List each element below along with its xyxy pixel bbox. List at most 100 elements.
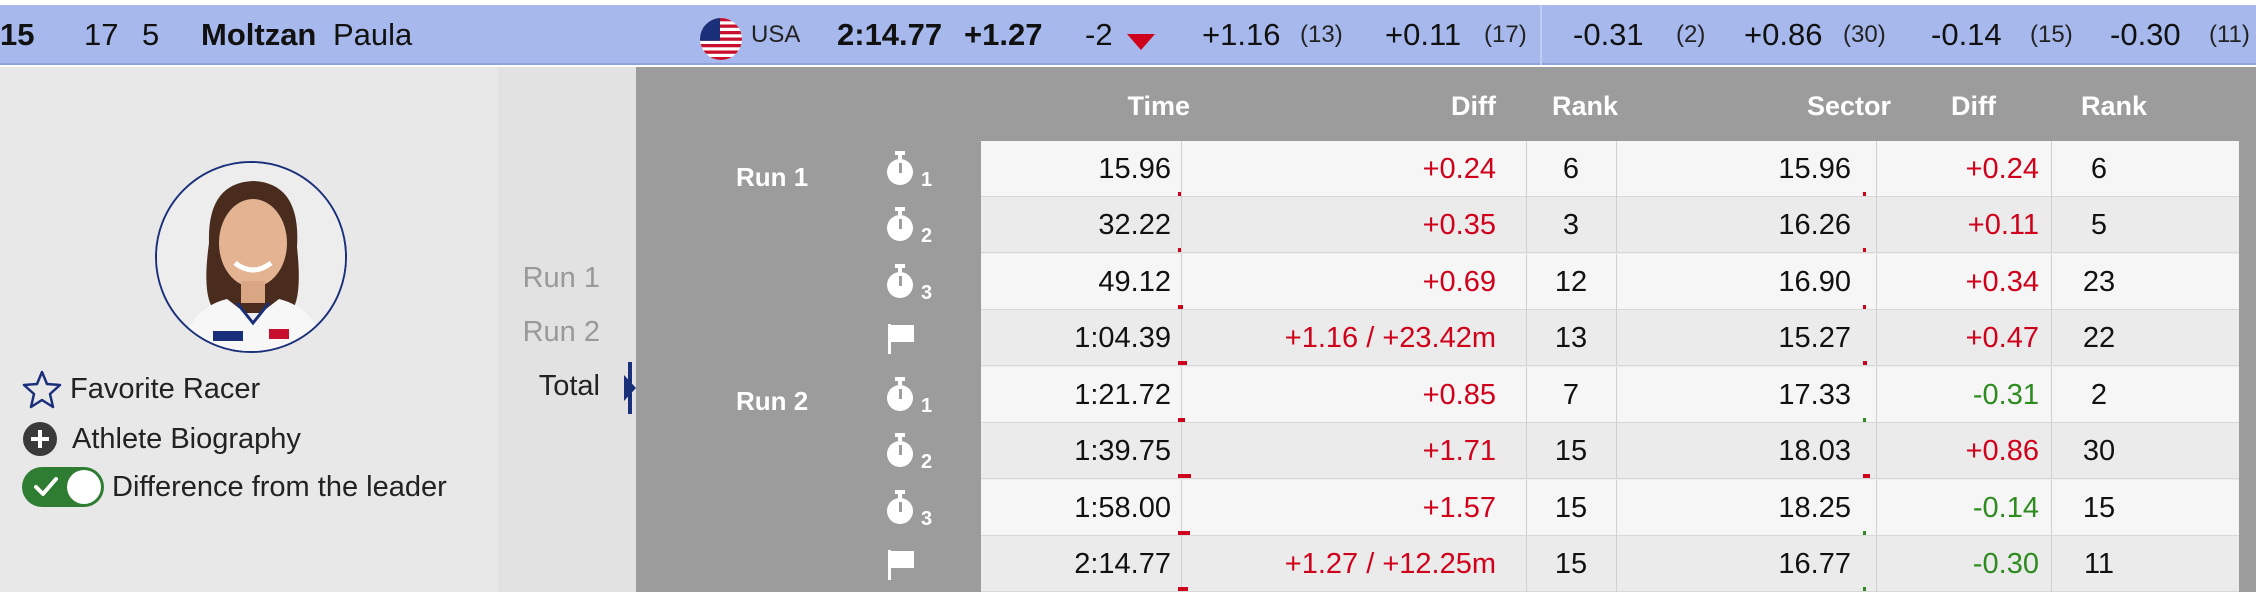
difference-toggle-label: Difference from the leader [112, 470, 447, 503]
column-divider [1876, 141, 1877, 197]
column-divider [1181, 310, 1182, 366]
diff-bar [1178, 305, 1183, 309]
cell-sector-diff: +0.11 [1967, 209, 2039, 241]
cell-sector-rank: 30 [2082, 435, 2116, 467]
rank-number: 5 [142, 17, 160, 52]
usa-flag-icon [700, 18, 742, 60]
column-divider [1181, 423, 1182, 479]
stopwatch-icon [884, 490, 918, 531]
cell-sector-rank: 6 [2090, 153, 2108, 185]
run1-label: Run 1 [736, 162, 809, 192]
cell-sector-diff: +0.47 [1965, 322, 2039, 354]
diff-bar [1178, 531, 1190, 535]
cell-time: 1:39.75 [1074, 435, 1171, 467]
split-index: 2 [921, 225, 933, 247]
run2-label: Run 2 [736, 386, 809, 416]
sector-diff-bar [1863, 192, 1866, 196]
column-divider [1526, 197, 1527, 253]
split-6-rank: (11) [2209, 21, 2250, 48]
run-selector-run2[interactable]: Run 2 [523, 316, 600, 349]
sector-diff-bar [1863, 587, 1866, 591]
split-index: 1 [921, 395, 933, 417]
column-divider [1616, 254, 1617, 310]
table-row[interactable]: 1:04.39 +1.16 / +23.42m 13 15.27 +0.47 22 [981, 310, 2239, 366]
cell-time: 32.22 [1098, 209, 1171, 241]
column-divider [1181, 141, 1182, 197]
column-divider [2051, 367, 2052, 423]
column-divider [1876, 254, 1877, 310]
split-3-value: -0.31 [1573, 17, 1644, 52]
split-2-rank: (17) [1484, 21, 1527, 48]
cell-diff: +1.57 [1422, 492, 1496, 524]
table-row[interactable]: 49.12 +0.69 12 16.90 +0.34 23 [981, 254, 2239, 310]
header-sector-rank: Rank [2080, 91, 2148, 121]
athlete-biography-option[interactable]: Athlete Biography [22, 419, 301, 459]
column-divider [1540, 5, 1542, 65]
header-sector: Sector [1806, 91, 1891, 121]
column-divider [1876, 310, 1877, 366]
table-row[interactable]: 1:21.72 +0.85 7 17.33 -0.31 2 [981, 367, 2239, 423]
cell-rank: 3 [1562, 209, 1580, 241]
cell-diff: +0.69 [1422, 266, 1496, 298]
difference-toggle[interactable] [22, 467, 104, 507]
athlete-first-name: Paula [333, 17, 413, 52]
cell-sector-diff: -0.31 [1972, 379, 2039, 411]
column-divider [1616, 536, 1617, 592]
split-2-value: +0.11 [1385, 17, 1462, 52]
column-divider [1526, 254, 1527, 310]
header-diff: Diff [1451, 91, 1496, 121]
finish-flag-icon [884, 320, 918, 361]
bib-number: 15 [0, 17, 35, 52]
cell-sector: 16.26 [1778, 209, 1851, 241]
cell-time: 2:14.77 [1074, 548, 1171, 580]
cell-sector-diff: -0.30 [1972, 548, 2039, 580]
stopwatch-icon [884, 207, 918, 248]
athlete-avatar[interactable] [155, 161, 347, 353]
column-divider [1526, 480, 1527, 536]
diff-bar [1178, 361, 1187, 365]
athlete-last-name: Moltzan [201, 17, 317, 52]
cell-rank: 15 [1554, 548, 1588, 580]
run-selector-total[interactable]: Total [539, 370, 600, 403]
difference-toggle-option[interactable]: Difference from the leader [22, 467, 447, 507]
cell-sector: 16.90 [1778, 266, 1851, 298]
column-divider [1616, 197, 1617, 253]
check-icon [34, 477, 58, 496]
cell-time: 1:21.72 [1074, 379, 1171, 411]
column-divider [1876, 536, 1877, 592]
table-row[interactable]: 32.22 +0.35 3 16.26 +0.11 5 [981, 197, 2239, 253]
athlete-row[interactable]: 15 17 5 Moltzan Paula USA 2:14.77 +1.27 … [0, 5, 2256, 65]
position-change: -2 [1085, 17, 1113, 52]
column-divider [1876, 367, 1877, 423]
cell-sector-rank: 11 [2083, 548, 2115, 580]
cell-time: 15.96 [1098, 153, 1171, 185]
favorite-racer-label: Favorite Racer [70, 372, 261, 405]
split-6-value: -0.30 [2110, 17, 2181, 52]
column-divider [1616, 310, 1617, 366]
table-row[interactable]: 1:39.75 +1.71 15 18.03 +0.86 30 [981, 423, 2239, 479]
column-divider [2051, 141, 2052, 197]
cell-diff: +0.85 [1422, 379, 1496, 411]
cell-sector-rank: 15 [2082, 492, 2116, 524]
stopwatch-icon [884, 433, 918, 474]
table-row[interactable]: 1:58.00 +1.57 15 18.25 -0.14 15 [981, 480, 2239, 536]
start-number: 17 [84, 17, 119, 52]
split-times-table: Time Diff Rank Sector Diff Rank Run 1 Ru… [636, 67, 2256, 592]
table-row[interactable]: 15.96 +0.24 6 15.96 +0.24 6 [981, 141, 2239, 197]
cell-sector-rank: 2 [2090, 379, 2108, 411]
column-divider [1526, 536, 1527, 592]
athlete-biography-label: Athlete Biography [72, 422, 301, 455]
total-time: 2:14.77 [837, 17, 943, 52]
country-code: USA [751, 21, 801, 48]
favorite-racer-option[interactable]: Favorite Racer [22, 369, 260, 409]
cell-rank: 15 [1554, 492, 1588, 524]
table-row[interactable]: 2:14.77 +1.27 / +12.25m 15 16.77 -0.30 11 [981, 536, 2239, 592]
cell-sector-rank: 22 [2082, 322, 2116, 354]
cell-rank: 15 [1554, 435, 1588, 467]
sector-diff-bar [1863, 361, 1867, 365]
header-time-label: Time [1127, 91, 1190, 121]
star-icon [22, 370, 62, 409]
cell-sector-rank: 23 [2082, 266, 2116, 298]
column-divider [2051, 310, 2052, 366]
run-selector-run1[interactable]: Run 1 [523, 262, 600, 295]
